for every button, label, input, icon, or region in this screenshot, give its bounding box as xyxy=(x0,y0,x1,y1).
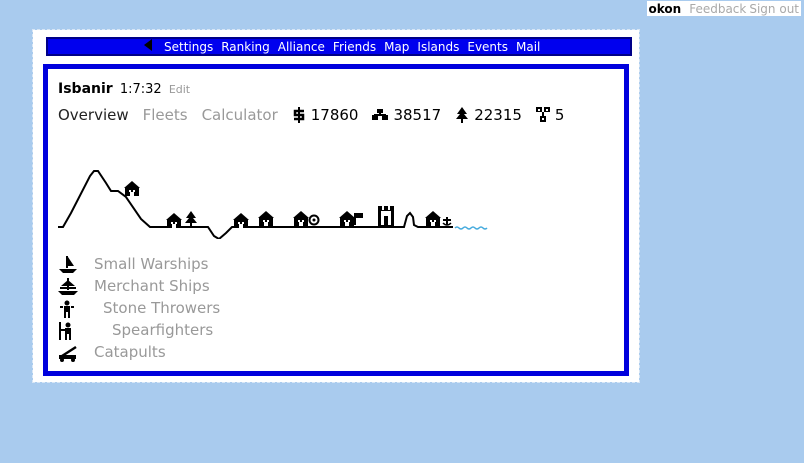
wood-value: 22315 xyxy=(474,106,522,124)
wood-resource: 22315 xyxy=(455,106,522,124)
unit-label: Stone Throwers xyxy=(103,299,221,317)
house-icon[interactable] xyxy=(339,211,355,226)
house-icon[interactable] xyxy=(425,211,441,226)
town-name: Isbanir xyxy=(58,81,113,97)
tab-overview[interactable]: Overview xyxy=(58,106,129,124)
nav-islands[interactable]: Islands xyxy=(417,40,459,54)
population-icon xyxy=(535,107,550,122)
back-arrow-icon[interactable] xyxy=(144,39,152,54)
unit-label: Small Warships xyxy=(94,255,209,273)
nav-alliance[interactable]: Alliance xyxy=(278,40,325,54)
tree-icon xyxy=(185,211,197,227)
market-icon[interactable] xyxy=(308,214,320,226)
feedback-link[interactable]: Feedback xyxy=(689,2,746,16)
house-icon[interactable] xyxy=(293,211,309,226)
population-value: 5 xyxy=(554,106,565,124)
catapult-icon xyxy=(59,345,77,362)
town-tabs: Overview Fleets Calculator 17860 38517 2… xyxy=(58,106,578,124)
gold-icon xyxy=(293,107,304,123)
stone-icon xyxy=(372,109,389,120)
water-waves xyxy=(454,226,488,230)
nav-events[interactable]: Events xyxy=(467,40,508,54)
small-warship-icon xyxy=(59,256,77,273)
population-resource: 5 xyxy=(535,106,565,124)
stone-thrower-icon xyxy=(60,300,74,318)
tab-calculator[interactable]: Calculator xyxy=(202,106,278,124)
username: okon xyxy=(648,1,682,16)
anchor-icon[interactable] xyxy=(442,217,452,226)
gold-resource: 17860 xyxy=(292,106,359,124)
stone-resource: 38517 xyxy=(372,106,441,124)
nav-ranking[interactable]: Ranking xyxy=(221,40,270,54)
nav-mail[interactable]: Mail xyxy=(516,40,540,54)
nav-settings[interactable]: Settings xyxy=(164,40,213,54)
user-bar: okon Feedback Sign out xyxy=(646,1,801,16)
edit-town-link[interactable]: Edit xyxy=(169,83,190,96)
unit-label: Spearfighters xyxy=(112,321,214,339)
unit-label: Catapults xyxy=(94,343,166,361)
house-icon[interactable] xyxy=(124,181,140,196)
nav-friends[interactable]: Friends xyxy=(333,40,376,54)
main-nav: Settings Ranking Alliance Friends Map Is… xyxy=(46,37,632,56)
house-icon[interactable] xyxy=(258,211,274,226)
wood-icon xyxy=(456,107,469,123)
house-icon[interactable] xyxy=(166,213,182,228)
stone-value: 38517 xyxy=(393,106,442,124)
merchant-ship-icon xyxy=(58,278,78,295)
town-header: Isbanir 1:7:32 Edit xyxy=(58,81,190,97)
unit-label: Merchant Ships xyxy=(94,277,210,295)
flag-icon[interactable] xyxy=(354,213,363,225)
house-icon[interactable] xyxy=(233,213,249,228)
game-window: Settings Ranking Alliance Friends Map Is… xyxy=(32,29,640,383)
nav-map[interactable]: Map xyxy=(384,40,409,54)
sign-out-link[interactable]: Sign out xyxy=(749,2,799,16)
town-time: 1:7:32 xyxy=(119,82,162,97)
town-panel: Isbanir 1:7:32 Edit Overview Fleets Calc… xyxy=(43,64,629,376)
island-terrain xyxy=(58,170,453,239)
spearfighter-icon xyxy=(59,322,71,340)
gold-value: 17860 xyxy=(310,106,359,124)
tab-fleets[interactable]: Fleets xyxy=(143,106,188,124)
island-scene[interactable] xyxy=(58,149,508,239)
tower-icon[interactable] xyxy=(378,206,394,226)
